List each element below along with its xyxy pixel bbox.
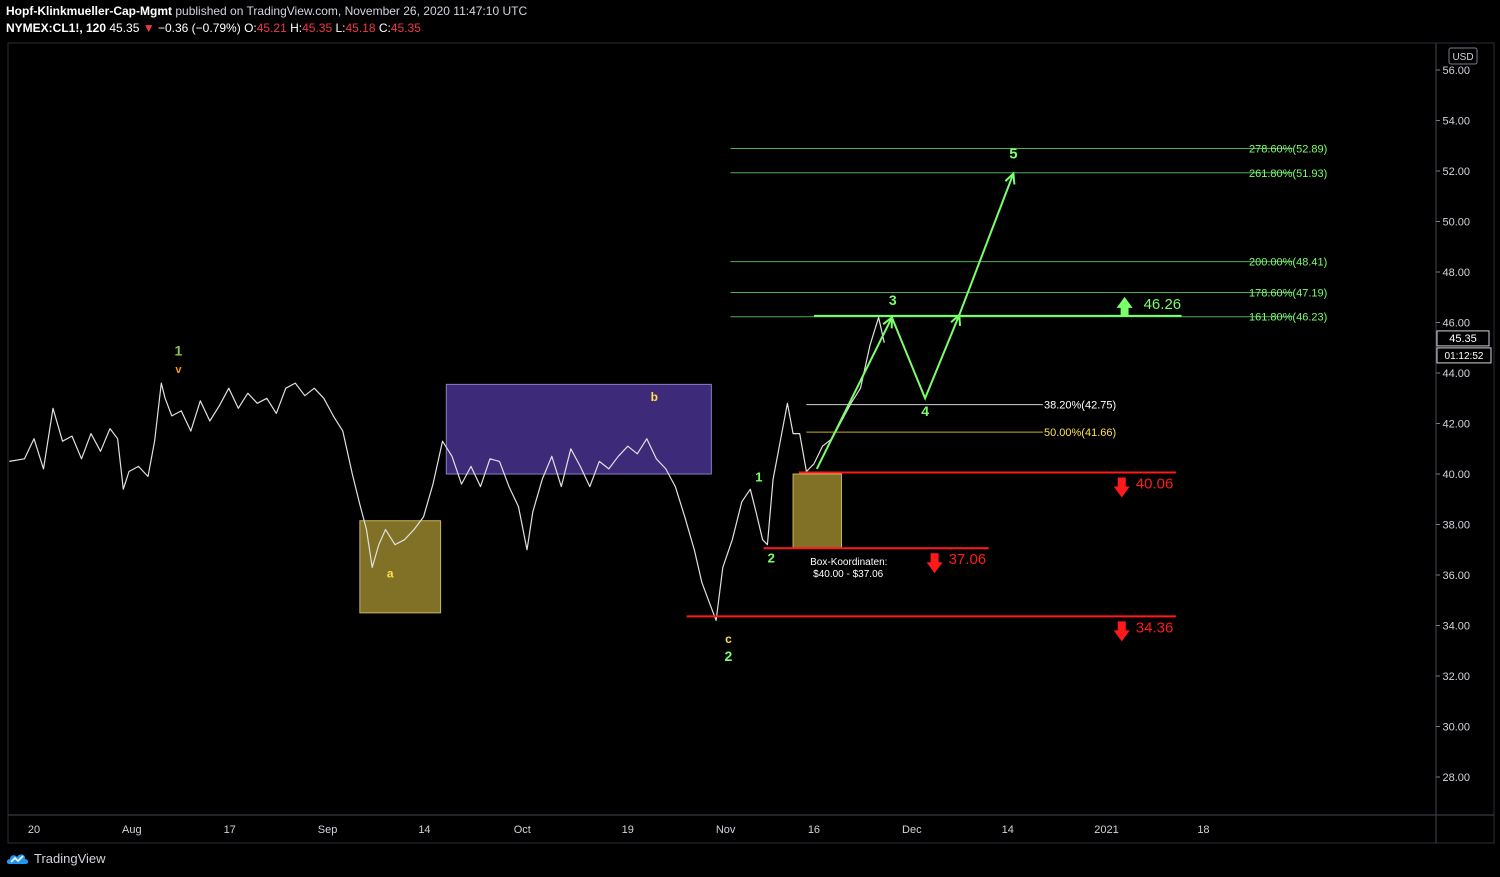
x-tick-label: 16 — [808, 824, 820, 836]
wave-label: 4 — [921, 403, 929, 419]
x-tick-label: Dec — [902, 824, 922, 836]
x-tick-label: Aug — [122, 824, 142, 836]
x-tick-label: Nov — [716, 824, 736, 836]
y-tick-label: 28.00 — [1442, 772, 1470, 784]
wave-label: v — [175, 364, 182, 376]
x-tick-label: 17 — [224, 824, 236, 836]
y-tick-label: 54.00 — [1442, 116, 1470, 128]
y-tick-label: 40.00 — [1442, 469, 1470, 481]
down-arrow-icon — [1113, 621, 1130, 642]
box-note-range: $40.00 - $37.06 — [813, 569, 883, 580]
x-tick-label: 20 — [28, 824, 40, 836]
tradingview-brand: TradingView — [34, 850, 106, 866]
wave-label: 2 — [768, 550, 775, 565]
fib-level-label: 278.60%(52.89) — [1249, 144, 1327, 156]
y-tick-label: 44.00 — [1442, 368, 1470, 380]
countdown-label: 01:12:52 — [1445, 351, 1484, 362]
fib-level-label: 161.80%(46.23) — [1249, 312, 1327, 324]
fib-level-label: 261.80%(51.93) — [1249, 168, 1327, 180]
fib-level-label: 50.00%(41.66) — [1044, 427, 1116, 439]
currency-label: USD — [1452, 52, 1473, 63]
x-tick-label: Oct — [514, 824, 531, 836]
x-tick-label: 14 — [1002, 824, 1014, 836]
y-tick-label: 46.00 — [1442, 318, 1470, 330]
x-tick-label: Sep — [318, 824, 338, 836]
y-tick-label: 42.00 — [1442, 419, 1470, 431]
fib-level-label: 178.60%(47.19) — [1249, 287, 1327, 299]
y-tick-label: 36.00 — [1442, 570, 1470, 582]
chart-frame — [7, 42, 1495, 844]
wave-label: a — [387, 567, 394, 581]
y-tick-label: 52.00 — [1442, 166, 1470, 178]
y-tick-label: 48.00 — [1442, 267, 1470, 279]
y-tick-label: 30.00 — [1442, 722, 1470, 734]
y-tick-label: 56.00 — [1442, 65, 1470, 77]
y-tick-label: 50.00 — [1442, 217, 1470, 229]
level-value-label: 37.06 — [949, 551, 987, 568]
wave-label: 1 — [175, 342, 183, 358]
x-tick-label: 14 — [418, 824, 430, 836]
wave-label: b — [651, 390, 658, 404]
level-value-label: 46.26 — [1144, 296, 1182, 313]
wave-label: c — [725, 632, 732, 646]
wave-label: 5 — [1009, 145, 1017, 162]
wave-label: 1 — [755, 470, 762, 485]
price-chart[interactable]: 56.00 54.00 52.00 50.00 48.00 46.00 44.00 42.00… — [0, 0, 1500, 877]
down-arrow-icon — [926, 553, 943, 574]
wave-projection-path[interactable] — [815, 173, 1015, 470]
x-tick-label: 18 — [1197, 824, 1209, 836]
box-note-title: Box-Koordinaten: — [810, 557, 887, 568]
wave-label: 2 — [725, 648, 733, 664]
x-tick-label: 2021 — [1094, 824, 1118, 836]
x-tick-label: 19 — [622, 824, 634, 836]
level-value-label: 40.06 — [1136, 475, 1174, 492]
fib-level-label: 38.20%(42.75) — [1044, 400, 1116, 412]
fib-level-label: 200.00%(48.41) — [1249, 257, 1327, 269]
tradingview-footer[interactable]: TradingView — [6, 850, 106, 866]
up-arrow-icon — [1116, 296, 1133, 317]
y-tick-label: 38.00 — [1442, 520, 1470, 532]
level-value-label: 34.36 — [1136, 619, 1174, 636]
down-arrow-icon — [1113, 477, 1130, 498]
zone-box-olive-target[interactable] — [792, 473, 842, 549]
current-price-label: 45.35 — [1449, 333, 1477, 345]
tradingview-cloud-icon — [6, 854, 29, 864]
wave-label: 3 — [889, 292, 897, 308]
y-tick-label: 32.00 — [1442, 671, 1470, 683]
y-tick-label: 34.00 — [1442, 621, 1470, 633]
zone-box-purple[interactable] — [445, 383, 712, 475]
